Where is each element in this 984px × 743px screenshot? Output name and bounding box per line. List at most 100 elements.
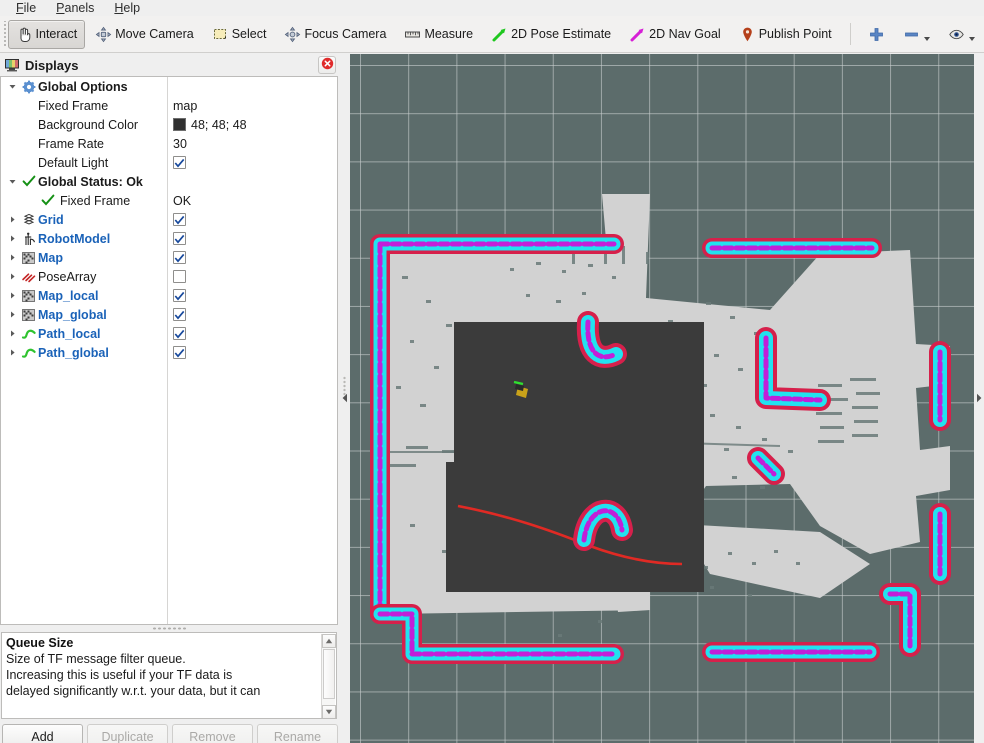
tool-select[interactable]: Select — [204, 20, 275, 49]
tree-row-robotmodel[interactable]: RobotModel — [1, 229, 337, 248]
scroll-up-button[interactable] — [322, 634, 336, 648]
menu-file[interactable]: File — [6, 0, 46, 16]
twisty-right-icon[interactable] — [5, 215, 19, 224]
chevron-down-icon[interactable] — [969, 36, 975, 41]
tool-focus-camera[interactable]: Focus Camera — [276, 20, 394, 49]
tree-row-background-color[interactable]: Background Color 48; 48; 48 — [1, 115, 337, 134]
tool-interact[interactable]: Interact — [7, 19, 86, 49]
tree-row-global-status[interactable]: Global Status: Ok — [1, 172, 337, 191]
toolbar-drag-grip[interactable] — [2, 21, 6, 47]
checkbox-posearray[interactable] — [173, 270, 186, 283]
twisty-right-icon[interactable] — [5, 310, 19, 319]
tree-row-global-options[interactable]: Global Options — [1, 77, 337, 96]
tool-measure[interactable]: Measure — [396, 20, 481, 49]
tree-label-robotmodel: RobotModel — [38, 231, 111, 246]
checkbox-robotmodel[interactable] — [173, 232, 186, 245]
tree-value-fixed-frame[interactable]: map — [173, 99, 197, 113]
displays-button-row: Add Duplicate Remove Rename — [2, 724, 338, 743]
tree-row-path-global[interactable]: Path_global — [1, 343, 337, 362]
tool-bar: Interact Move Camera Select Focus Camera — [0, 16, 984, 53]
left-splitter[interactable] — [340, 54, 350, 743]
check-ok-icon — [38, 194, 57, 207]
rviz-window: File Panels Help Interact Move Camera Se… — [0, 0, 984, 743]
tree-label-grid: Grid — [38, 212, 64, 227]
tree-value-robotmodel[interactable] — [173, 232, 186, 245]
tree-row-map-local[interactable]: Map_local — [1, 286, 337, 305]
tree-value-map-global[interactable] — [173, 308, 186, 321]
twisty-down-icon[interactable] — [5, 82, 19, 91]
checkbox-default-light[interactable] — [173, 156, 186, 169]
checkbox-map-global[interactable] — [173, 308, 186, 321]
scrollbar-thumb[interactable] — [323, 649, 335, 699]
expand-right-arrow-icon[interactable] — [976, 392, 982, 406]
select-rectangle-icon — [212, 26, 229, 43]
tree-row-status-fixed-frame[interactable]: Fixed Frame OK — [1, 191, 337, 210]
minus-icon — [903, 26, 920, 43]
panel-splitter-grip[interactable] — [0, 625, 338, 632]
twisty-down-icon[interactable] — [5, 177, 19, 186]
map-pin-icon — [739, 26, 756, 43]
map-icon — [19, 251, 38, 265]
rename-button[interactable]: Rename — [257, 724, 338, 743]
plus-icon — [868, 26, 885, 43]
menu-panels-mnemonic: P — [56, 1, 65, 15]
close-panel-button[interactable] — [318, 56, 336, 74]
checkbox-path-local[interactable] — [173, 327, 186, 340]
ruler-icon — [404, 26, 421, 43]
displays-tree[interactable]: Global Options Fixed Frame map Backgroun… — [0, 76, 338, 625]
twisty-right-icon[interactable] — [5, 329, 19, 338]
tool-move-camera[interactable]: Move Camera — [87, 20, 202, 49]
tree-label-fixed-frame: Fixed Frame — [38, 98, 109, 113]
tree-row-frame-rate[interactable]: Frame Rate 30 — [1, 134, 337, 153]
tree-row-fixed-frame[interactable]: Fixed Frame map — [1, 96, 337, 115]
twisty-right-icon[interactable] — [5, 253, 19, 262]
remove-tool-button[interactable] — [895, 20, 938, 49]
tool-visibility-button[interactable] — [940, 20, 983, 49]
tree-value-background-color[interactable]: 48; 48; 48 — [173, 118, 247, 132]
duplicate-button[interactable]: Duplicate — [87, 724, 168, 743]
background-color-text: 48; 48; 48 — [191, 117, 247, 132]
tool-2d-pose-estimate[interactable]: 2D Pose Estimate — [483, 20, 619, 49]
render-view[interactable] — [350, 54, 974, 743]
tool-2d-nav-goal-label: 2D Nav Goal — [649, 27, 721, 41]
tree-row-default-light[interactable]: Default Light — [1, 153, 337, 172]
tree-row-path-local[interactable]: Path_local — [1, 324, 337, 343]
tool-2d-nav-goal[interactable]: 2D Nav Goal — [621, 20, 729, 49]
menu-panels[interactable]: Panels — [46, 0, 104, 16]
tree-row-map[interactable]: Map — [1, 248, 337, 267]
menu-panels-label: anels — [64, 1, 95, 15]
checkbox-map[interactable] — [173, 251, 186, 264]
twisty-right-icon[interactable] — [5, 348, 19, 357]
tree-value-posearray[interactable] — [173, 270, 186, 283]
tree-row-map-global[interactable]: Map_global — [1, 305, 337, 324]
tree-value-status-fixed-frame: OK — [173, 193, 192, 208]
checkbox-map-local[interactable] — [173, 289, 186, 302]
right-splitter[interactable] — [974, 54, 984, 743]
tree-value-path-global[interactable] — [173, 346, 186, 359]
chevron-down-icon[interactable] — [924, 36, 930, 41]
color-swatch[interactable] — [173, 118, 186, 131]
tree-value-grid[interactable] — [173, 213, 186, 226]
tree-value-path-local[interactable] — [173, 327, 186, 340]
tree-label-map-local: Map_local — [38, 288, 99, 303]
remove-button[interactable]: Remove — [172, 724, 253, 743]
tree-value-frame-rate[interactable]: 30 — [173, 137, 187, 151]
scroll-down-button[interactable] — [322, 705, 336, 718]
tree-value-default-light[interactable] — [173, 156, 186, 169]
tree-value-map-local[interactable] — [173, 289, 186, 302]
collapse-left-arrow-icon[interactable] — [342, 392, 348, 406]
twisty-right-icon[interactable] — [5, 234, 19, 243]
add-tool-button[interactable] — [860, 20, 893, 49]
help-scrollbar[interactable] — [321, 634, 336, 718]
tree-label-path-local: Path_local — [38, 326, 101, 341]
tool-publish-point[interactable]: Publish Point — [731, 20, 840, 49]
tree-row-posearray[interactable]: PoseArray — [1, 267, 337, 286]
checkbox-path-global[interactable] — [173, 346, 186, 359]
checkbox-grid[interactable] — [173, 213, 186, 226]
tree-value-map[interactable] — [173, 251, 186, 264]
twisty-right-icon[interactable] — [5, 291, 19, 300]
add-button[interactable]: Add — [2, 724, 83, 743]
menu-help[interactable]: Help — [104, 0, 150, 16]
tree-row-grid[interactable]: Grid — [1, 210, 337, 229]
twisty-right-icon[interactable] — [5, 272, 19, 281]
